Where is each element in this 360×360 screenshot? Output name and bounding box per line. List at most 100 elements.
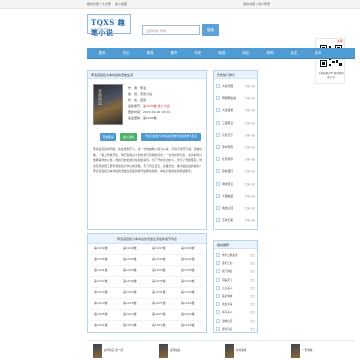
chapter-link[interactable]: 第1024章: [123, 311, 149, 317]
site-logo[interactable]: TQXS 趣笔小说 www.tqxs.com: [87, 14, 131, 37]
chapter-link[interactable]: 第1021章: [94, 322, 120, 328]
chapter-link[interactable]: 第1023章: [152, 311, 178, 317]
chapter-link[interactable]: 第1018章: [181, 322, 207, 328]
chapter-link[interactable]: 第1038章: [181, 267, 207, 273]
rank-item[interactable]: 大秦帝国 历史小说: [214, 81, 257, 93]
recommend-item[interactable]: 侯门嫡女 古言: [214, 267, 257, 275]
chapter-link[interactable]: 第1041章: [94, 267, 120, 273]
rank-book-tag: 历史小说: [244, 219, 255, 223]
chapter-link[interactable]: 第1032章: [123, 289, 149, 295]
rank-thumb: [216, 169, 220, 174]
chapter-link[interactable]: 第1035章: [152, 278, 178, 284]
chapter-link[interactable]: 第1045章: [94, 256, 120, 262]
chapter-link[interactable]: 第1033章: [94, 289, 120, 295]
latest-chapters-button[interactable]: 李洛宫廷权力争夺后的流放生涯最新章节目录: [141, 133, 201, 141]
bottom-book-thumb: [225, 344, 234, 358]
recommend-thumb: [216, 253, 220, 257]
top-link-favorite[interactable]: 加入收藏: [115, 2, 127, 6]
chapter-link[interactable]: 第1027章: [152, 300, 178, 306]
chapter-link[interactable]: 第1020章: [123, 322, 149, 328]
start-reading-button[interactable]: 开始阅读: [100, 133, 116, 141]
chapter-link[interactable]: 第1047章: [152, 245, 178, 251]
bottom-book-card[interactable]: 一世倾城: [291, 344, 351, 358]
rank-book-name: 朝堂风云: [222, 181, 234, 186]
chapter-link[interactable]: 第1026章: [181, 300, 207, 306]
nav-item[interactable]: 网游: [215, 48, 229, 59]
nav-item[interactable]: 女生: [287, 48, 301, 59]
recommend-item[interactable]: 盛世王妃 古言: [214, 259, 257, 267]
cover-title: 夺命风云: [98, 89, 103, 105]
chapter-link[interactable]: 第1031章: [152, 289, 178, 295]
rank-item[interactable]: 锦衣夜行 历史小说: [214, 166, 257, 178]
rank-item[interactable]: 铁血山河 历史小说: [214, 203, 257, 215]
chapter-link[interactable]: 第1030章: [181, 289, 207, 295]
chapter-link[interactable]: 第1048章: [123, 245, 149, 251]
recommend-book-tag: 古言: [249, 295, 255, 298]
rank-item[interactable]: 宋时明月 历史小说: [214, 142, 257, 154]
nav-item[interactable]: 玄幻: [119, 48, 133, 59]
chapter-link[interactable]: 第1029章: [94, 300, 120, 306]
rank-book-name: 铁血山河: [222, 206, 234, 210]
chapter-link[interactable]: 第1028章: [123, 300, 149, 306]
book-cover[interactable]: 夺命风云: [93, 84, 123, 125]
rank-item[interactable]: 三国风云 历史小说: [214, 118, 257, 130]
recommend-item[interactable]: 盛世帝后 古言: [214, 325, 257, 333]
nav-item[interactable]: 都市: [167, 48, 181, 59]
top-link-home[interactable]: 樱中文屋 | 大文屋: [87, 2, 111, 6]
recommend-item[interactable]: 锦绣山河 古言: [214, 317, 257, 325]
nav-item[interactable]: 修真: [143, 48, 157, 59]
rank-item[interactable]: 北宋风华 历史小说: [214, 154, 257, 166]
search-button[interactable]: 搜索: [202, 24, 219, 36]
chapter-link[interactable]: 第1019章: [152, 322, 178, 328]
nav-item[interactable]: 历史: [191, 48, 205, 59]
rank-item[interactable]: 汉家天下 历史小说: [214, 130, 257, 142]
nav-item[interactable]: 全本: [311, 48, 325, 59]
chapter-link[interactable]: 第1039章: [152, 267, 178, 273]
rank-thumb: [216, 157, 220, 162]
chapter-link[interactable]: 第1046章: [181, 245, 207, 251]
add-to-shelf-button[interactable]: 加入书架: [120, 133, 137, 141]
top-user-links[interactable]: 我的书架 | 用户登录: [243, 2, 270, 6]
chapter-link[interactable]: 第1049章: [94, 245, 120, 251]
chapter-row-divider: [91, 320, 203, 321]
recommend-item[interactable]: 庶女有毒 古言: [214, 300, 257, 308]
recommend-item[interactable]: 将军夫人 古言: [214, 308, 257, 316]
bottom-book-card[interactable]: 乘风破浪: [159, 344, 219, 358]
latest-chapter-link[interactable]: 第1049章 迷人大战: [143, 104, 170, 108]
chapter-link[interactable]: 第1043章: [152, 256, 178, 262]
recommend-item[interactable]: 医妃倾城 古言: [214, 292, 257, 300]
chapter-link[interactable]: 第1040章: [123, 267, 149, 273]
recommend-item[interactable]: 重生之嫡女谋 古言: [214, 251, 257, 259]
rank-item[interactable]: 明朝那些事 历史小说: [214, 93, 257, 105]
qr-close-button[interactable]: 关闭: [337, 39, 343, 43]
recommend-thumb: [216, 285, 220, 290]
recommend-item[interactable]: 江山美人 古言: [214, 284, 257, 292]
chapter-link[interactable]: 第1025章: [94, 311, 120, 317]
qr-caption: 下载趣笔APP 随时随地看小说: [318, 72, 344, 79]
rank-book-tag: 历史小说: [244, 182, 255, 186]
recommend-book-tag: 古言: [249, 262, 255, 266]
bottom-book-card[interactable]: 春华秋实·第一部: [93, 344, 153, 358]
rank-item[interactable]: 朝堂风云 历史小说: [214, 179, 257, 191]
chapter-link[interactable]: 第1034章: [181, 278, 207, 284]
bottom-book-thumb: [291, 344, 300, 358]
main-nav: 首页 玄幻 修真 都市 历史 网游 科幻 恐怖 女生 全本: [87, 48, 355, 59]
nav-item[interactable]: 科幻: [239, 48, 253, 59]
nav-item[interactable]: 恐怖: [263, 48, 277, 59]
rank-item[interactable]: 大国崛起 历史小说: [214, 191, 257, 203]
chapter-link[interactable]: 第1036章: [123, 278, 149, 284]
chapter-row-divider: [91, 309, 203, 310]
chapter-link[interactable]: 第1037章: [94, 278, 120, 284]
chapter-link[interactable]: 第1042章: [181, 256, 207, 262]
nav-item[interactable]: 首页: [95, 48, 109, 59]
bottom-book-title: 一世倾城: [302, 349, 313, 352]
chapter-link[interactable]: 第1044章: [123, 256, 149, 262]
rank-item[interactable]: 大唐盛世 历史小说: [214, 105, 257, 117]
bottom-book-card[interactable]: 铁骨柔情: [225, 344, 285, 358]
chapter-link[interactable]: 第1022章: [181, 311, 207, 317]
rank-item[interactable]: 王者归来 历史小说: [214, 215, 257, 227]
recommend-item[interactable]: 凤临天下 古言: [214, 276, 257, 284]
recommend-title: 相关推荐: [214, 241, 257, 249]
bottom-book-title: 铁骨柔情: [236, 349, 247, 352]
search-input[interactable]: 注意标题, 作者: [142, 25, 200, 35]
